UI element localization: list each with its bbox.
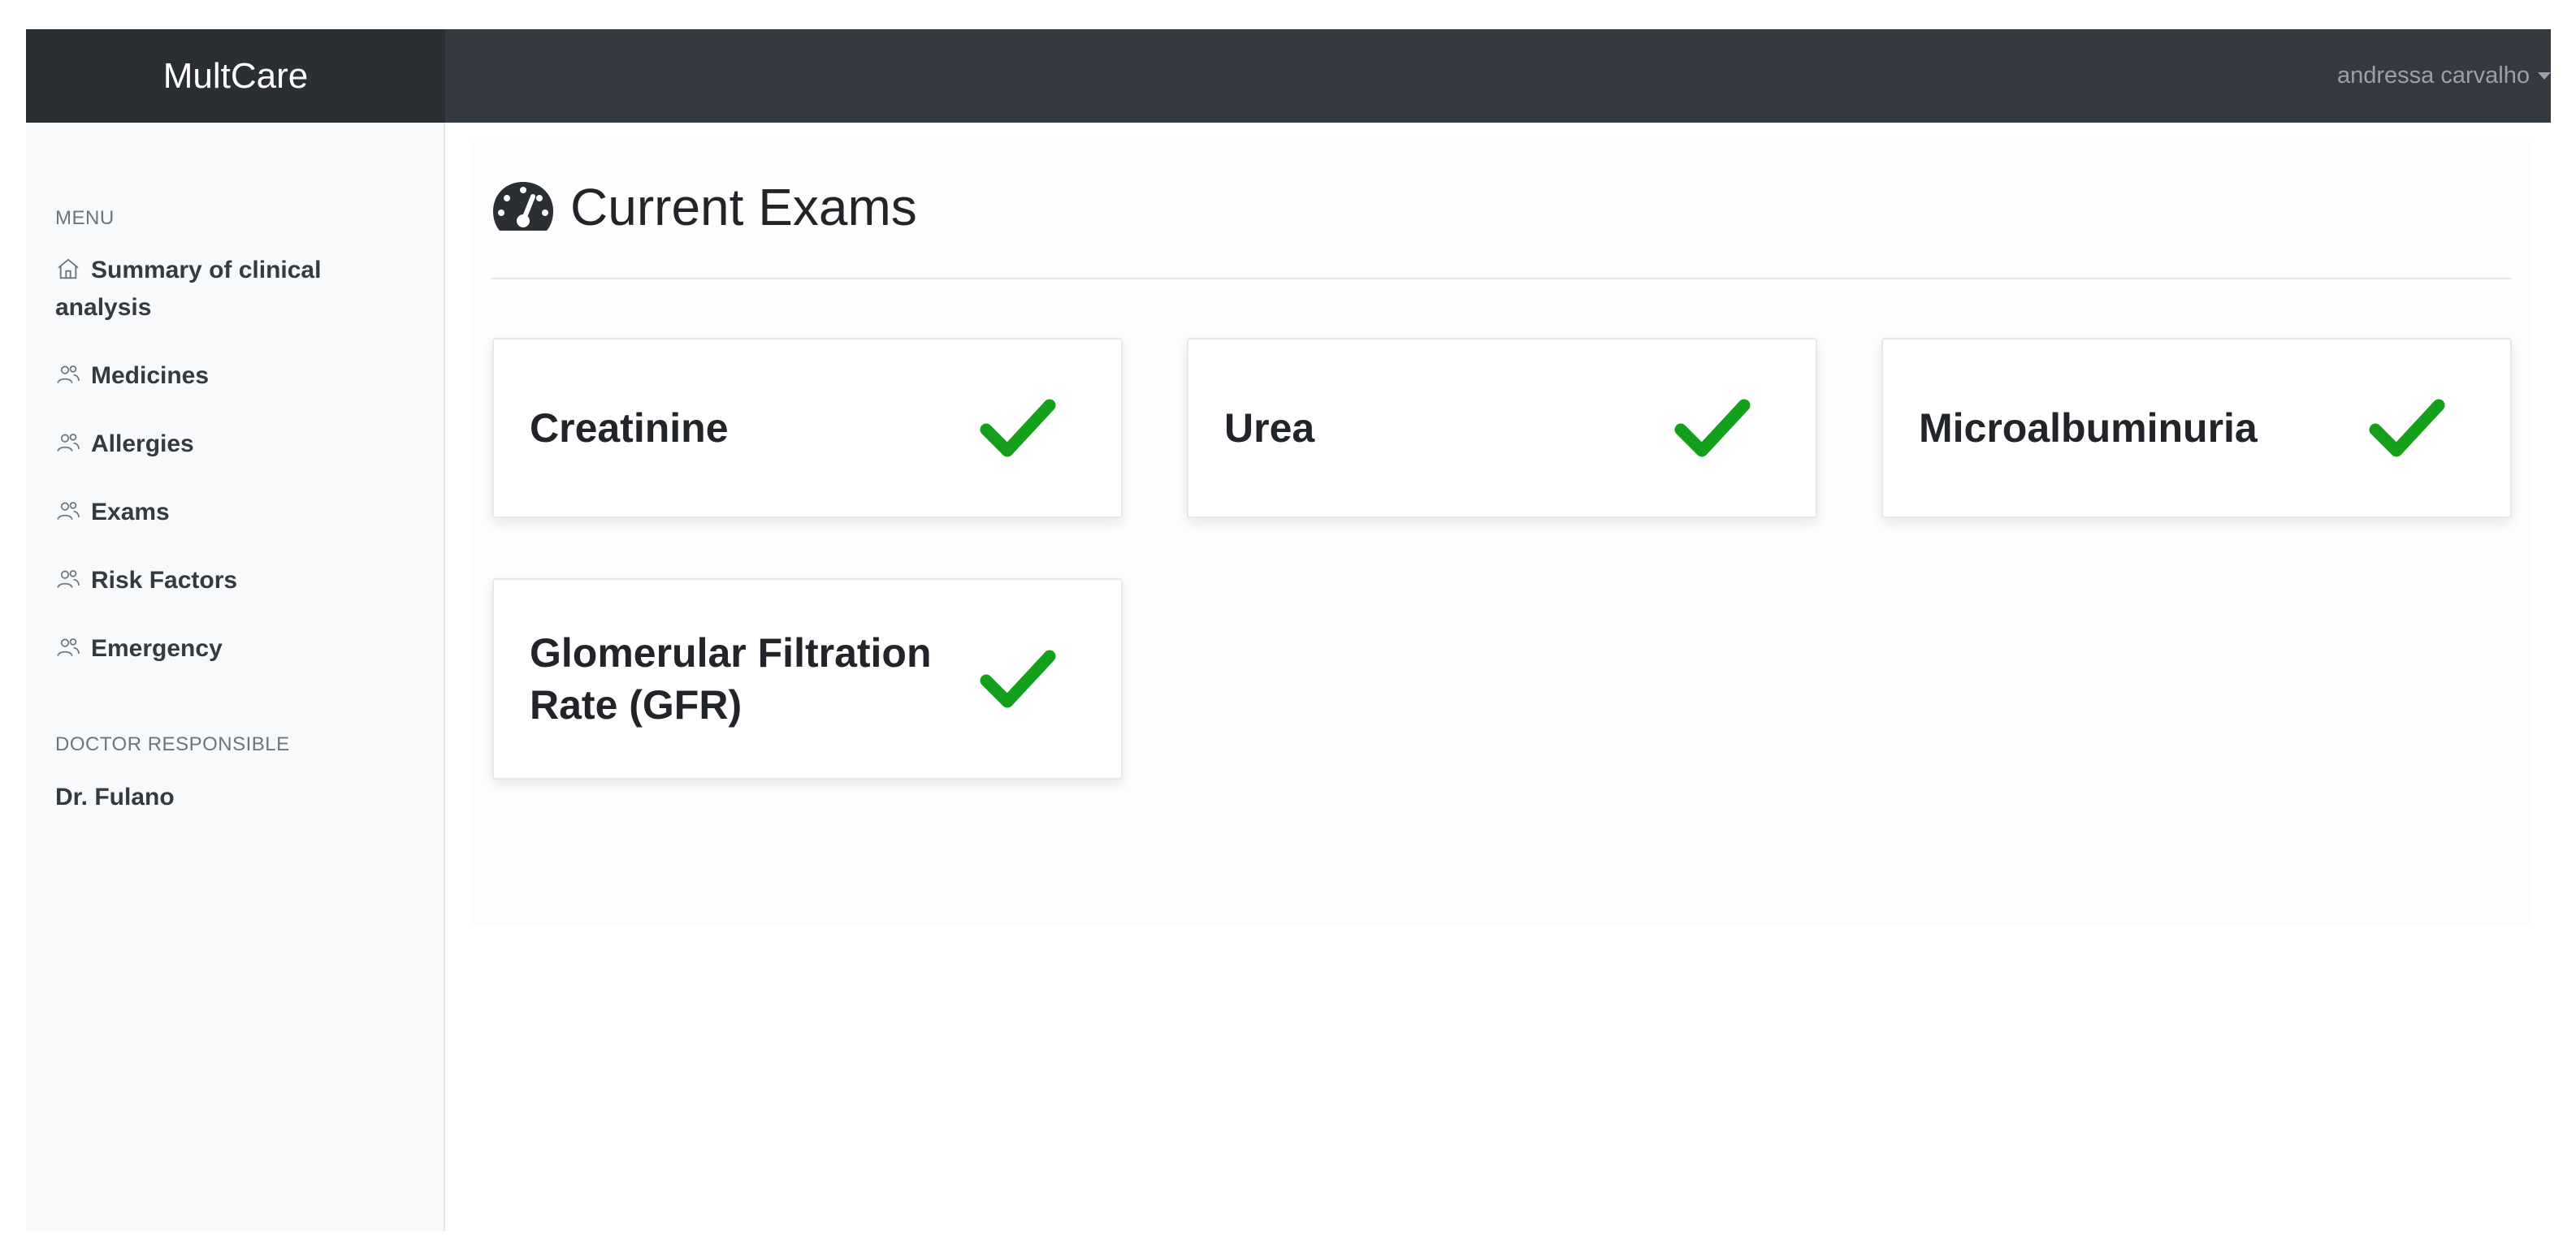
users-icon [55,498,81,524]
check-icon [980,646,1056,711]
check-icon [2369,396,2445,460]
doctor-responsible-heading: DOCTOR RESPONSIBLE [55,733,290,755]
sidebar-item-label: Allergies [91,430,194,457]
sidebar-item-label: Risk Factors [91,567,238,594]
users-icon [55,361,81,387]
exam-card-title: Glomerular Filtration Rate (GFR) [530,630,932,728]
check-icon [1674,396,1751,460]
sidebar-item-label: Emergency [91,635,223,662]
caret-down-icon [2538,72,2551,80]
user-name: andressa carvalho [2337,63,2530,89]
top-navbar: MultCare andressa carvalho [26,29,2551,123]
page-title-text: Current Exams [570,178,917,236]
exam-card-title: Creatinine [530,405,729,451]
sidebar-item-medicines[interactable]: Medicines [55,357,405,395]
doctor-name: Dr. Fulano [55,784,175,811]
home-icon [55,256,81,282]
tachometer-icon [493,182,553,231]
app-window: MultCare andressa carvalho MENU Summary … [26,29,2551,1231]
exam-card-title: Microalbuminuria [1919,405,2258,451]
exam-card-gfr[interactable]: Glomerular Filtration Rate (GFR) [492,578,1123,780]
sidebar-item-label: Medicines [91,362,210,389]
users-icon [55,634,81,660]
sidebar-item-exams[interactable]: Exams [55,494,405,531]
sidebar-item-emergency[interactable]: Emergency [55,630,405,668]
exam-cards-grid: Creatinine Urea Microalbuminuria Glomeru… [492,338,2512,825]
sidebar-item-risk-factors[interactable]: Risk Factors [55,562,405,599]
title-divider [491,278,2512,279]
exam-card-title: Urea [1224,405,1315,451]
sidebar-item-label: Exams [91,499,170,525]
exam-card-microalbuminuria[interactable]: Microalbuminuria [1881,338,2512,518]
sidebar: MENU Summary of clinical analysis Medici… [26,123,445,1231]
users-icon [55,430,81,456]
users-icon [55,566,81,592]
exam-card-creatinine[interactable]: Creatinine [492,338,1123,518]
check-icon [980,396,1056,460]
sidebar-item-label: Summary of clinical analysis [55,257,322,321]
exam-card-urea[interactable]: Urea [1187,338,1817,518]
menu-heading: MENU [55,207,115,229]
sidebar-item-allergies[interactable]: Allergies [55,426,405,463]
user-menu-dropdown[interactable]: andressa carvalho [2337,29,2551,123]
sidebar-item-summary[interactable]: Summary of clinical analysis [55,252,405,326]
page-title: Current Exams [491,177,917,237]
brand-logo[interactable]: MultCare [26,29,445,123]
